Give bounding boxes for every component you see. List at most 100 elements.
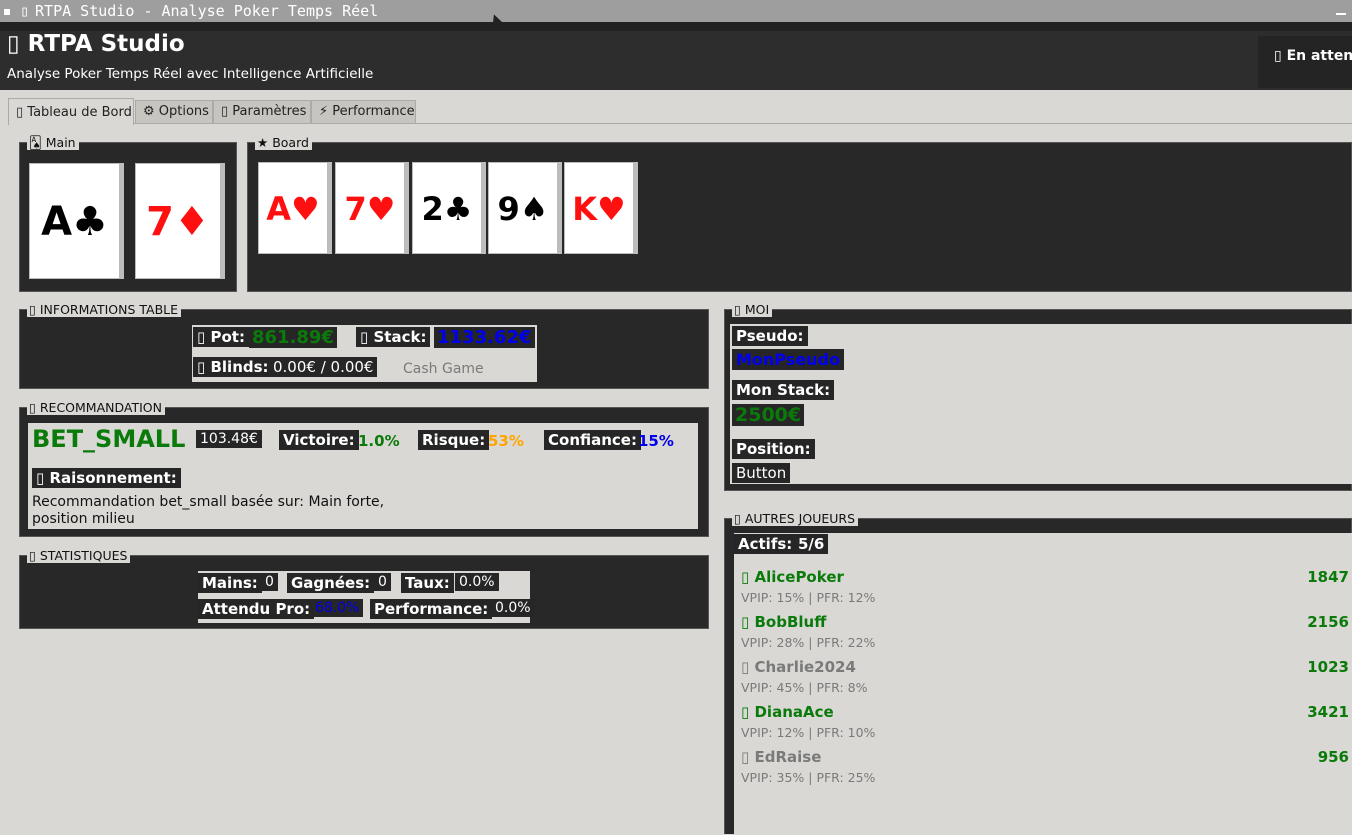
tab-label: ⚡ Performance: [319, 104, 415, 119]
recommendation-title: ▯ RECOMMANDATION: [27, 400, 165, 415]
tab-dashboard[interactable]: ▯ Tableau de Bord: [8, 98, 134, 125]
tab-parametres[interactable]: ▯ Paramètres: [213, 100, 311, 124]
other-players-title-text: AUTRES JOUEURS: [744, 511, 856, 526]
app-header: ▯ RTPA Studio Analyse Poker Temps Réel a…: [0, 22, 1352, 90]
users-icon: ▯: [734, 511, 745, 526]
card-rank: 2: [421, 190, 444, 228]
pot-label: ▯ Pot:: [193, 327, 249, 347]
player-status-icon: ▯: [741, 568, 755, 586]
board-card-1: A♥: [258, 162, 328, 254]
card-icon: 🂡: [29, 135, 46, 150]
blinds-label-text: Blinds:: [210, 358, 269, 376]
settings-icon: ▯: [221, 104, 233, 119]
player-name-text: DianaAce: [754, 703, 834, 721]
board-card-3: 2♣: [412, 162, 482, 254]
player-name-text: AlicePoker: [754, 568, 844, 586]
player-name: ▯ BobBluff: [741, 613, 826, 631]
hand-card-2: 7♦: [135, 163, 221, 279]
player-name: ▯ Charlie2024: [741, 658, 856, 676]
tab-options[interactable]: ⚙ Options: [135, 100, 213, 124]
confidence-value: 15%: [638, 432, 674, 450]
card-suit: ♥: [597, 190, 626, 228]
stack-label: ▯ Stack:: [356, 327, 431, 347]
blinds-icon: ▯: [197, 358, 211, 376]
blinds-value: 0.00€ / 0.00€: [269, 357, 378, 377]
card-rank: 7: [344, 190, 367, 228]
won-label: Gagnées:: [287, 573, 375, 593]
player-stats: VPIP: 28% | PFR: 22%: [741, 635, 876, 650]
player-name: ▯ EdRaise: [741, 748, 821, 766]
performance-value: 0.0%: [491, 599, 535, 617]
player-stack: 2156: [1307, 613, 1349, 631]
table-info-panel: ▯ INFORMATIONS TABLE ▯ Pot: 861.89€ ▯ St…: [19, 302, 709, 389]
card-rank: 7: [146, 199, 174, 245]
stack-label-text: Stack:: [373, 328, 427, 346]
expected-label: Attendu Pro:: [198, 599, 315, 619]
stats-title: ▯ STATISTIQUES: [27, 548, 131, 563]
tab-label: Paramètres: [232, 104, 307, 119]
hand-title-text: Main: [45, 135, 76, 150]
position-label: Position:: [732, 439, 815, 459]
card-suit: ♦: [173, 199, 210, 245]
dashboard-icon: ▯: [16, 105, 28, 120]
logo-icon: ▯: [7, 31, 28, 57]
active-label: Actifs:: [734, 534, 797, 554]
position-value: Button: [732, 463, 791, 483]
player-status-icon: ▯: [741, 613, 755, 631]
card-rank: 9: [497, 190, 520, 228]
app-subtitle: Analyse Poker Temps Réel avec Intelligen…: [7, 66, 374, 82]
header-strip: [0, 22, 1352, 31]
reasoning-line-2: position milieu: [32, 511, 135, 527]
window-menu-icon[interactable]: [4, 8, 10, 15]
hand-card-1: A♣: [29, 163, 120, 279]
card-suit: ♣: [72, 199, 108, 245]
other-players-title: ▯ AUTRES JOUEURS: [732, 511, 859, 526]
hand-panel-title: 🂡 Main: [27, 135, 79, 150]
reasoning-label: ▯ Raisonnement:: [32, 468, 181, 488]
reasoning-label-text: Raisonnement:: [49, 469, 177, 487]
tab-label: ⚙ Options: [143, 104, 209, 119]
board-panel-title: ★ Board: [255, 135, 312, 150]
confidence-label: Confiance:: [544, 430, 641, 450]
player-name-text: Charlie2024: [754, 658, 856, 676]
pseudo-value: MonPseudo: [732, 349, 844, 370]
stats-title-text: STATISTIQUES: [39, 548, 128, 563]
pot-icon: ▯: [197, 328, 211, 346]
player-stack: 956: [1317, 748, 1349, 766]
blinds-label: ▯ Blinds:: [193, 357, 273, 377]
player-name-text: EdRaise: [754, 748, 822, 766]
player-status-icon: ▯: [741, 703, 755, 721]
hands-label: Mains:: [198, 573, 262, 593]
player-stack: 1023: [1307, 658, 1349, 676]
player-stack: 1847: [1307, 568, 1349, 586]
my-stack-value: 2500€: [732, 404, 805, 426]
reasoning-line-1: Recommandation bet_small basée sur: Main…: [32, 494, 385, 510]
recommended-action: BET_SMALL: [32, 425, 186, 453]
game-type: Cash Game: [403, 361, 484, 377]
victory-label: Victoire:: [279, 430, 359, 450]
minimize-icon[interactable]: [1336, 13, 1346, 15]
victory-value: 1.0%: [358, 432, 400, 450]
pot-value: 861.89€: [249, 327, 337, 348]
stack-icon: ▯: [360, 328, 374, 346]
active-value: 5/6: [794, 534, 829, 554]
app-icon: ▯: [20, 2, 30, 20]
my-stack-label: Mon Stack:: [732, 380, 835, 400]
card-suit: ♣: [443, 190, 473, 228]
window-titlebar: ▯ RTPA Studio - Analyse Poker Temps Réel: [0, 0, 1352, 22]
pot-label-text: Pot:: [210, 328, 245, 346]
me-panel: ▯ MOI Pseudo: MonPseudo Mon Stack: 2500€…: [724, 302, 1352, 491]
player-status-icon: ▯: [741, 658, 755, 676]
board-card-4: 9♠: [488, 162, 558, 254]
player-name: ▯ AlicePoker: [741, 568, 844, 586]
rate-label: Taux:: [401, 573, 454, 593]
status-indicator: ▯ En attent: [1258, 36, 1352, 88]
tab-performance[interactable]: ⚡ Performance: [311, 100, 416, 124]
player-stats: VPIP: 35% | PFR: 25%: [741, 770, 876, 785]
stats-panel: ▯ STATISTIQUES Mains: 0 Gagnées: 0 Taux:…: [19, 548, 709, 629]
chart-icon: ▯: [29, 548, 40, 563]
card-suit: ♠: [519, 190, 549, 228]
window-title: RTPA Studio - Analyse Poker Temps Réel: [35, 2, 379, 20]
card-rank: A: [266, 190, 292, 228]
recommendation-title-text: RECOMMANDATION: [39, 400, 162, 415]
